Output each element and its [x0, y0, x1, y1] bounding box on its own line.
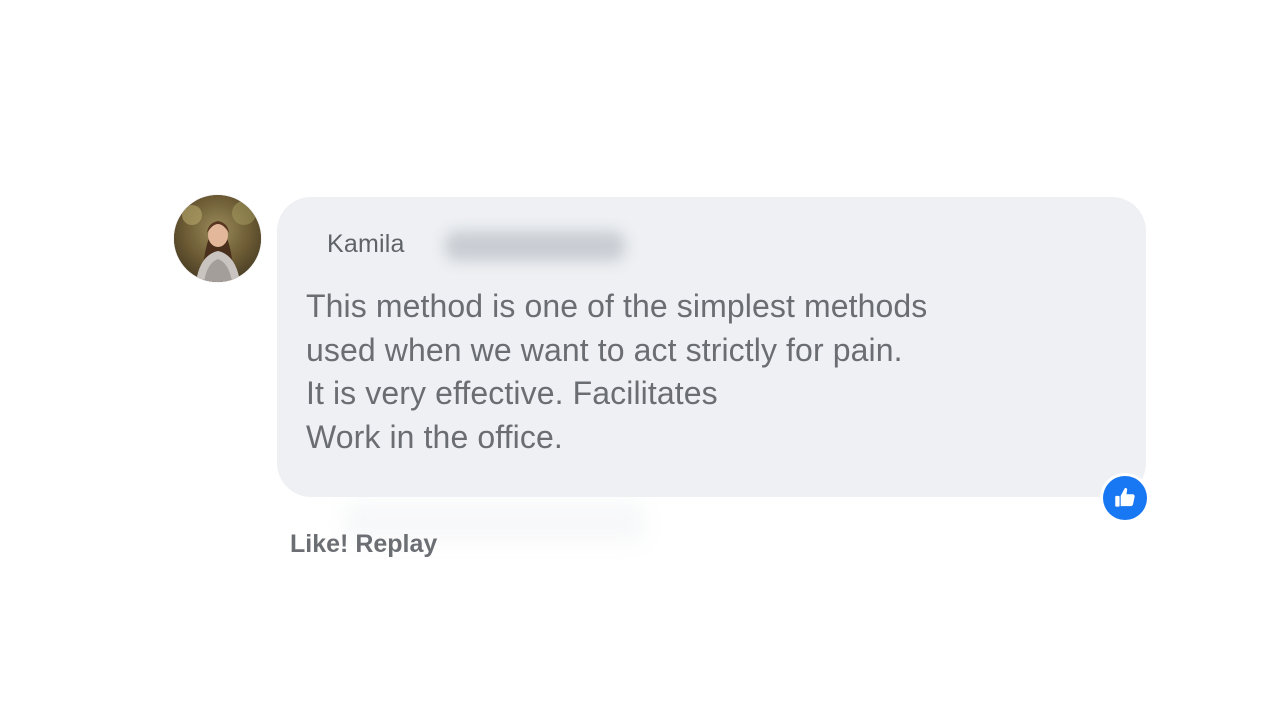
comment-line: This method is one of the simplest metho…: [306, 288, 928, 324]
comment-line: used when we want to act strictly for pa…: [306, 331, 903, 368]
avatar-photo: [174, 195, 261, 282]
like-link[interactable]: Like!: [290, 530, 348, 558]
comment-bubble: Kamila This method is one of the simples…: [277, 197, 1146, 497]
comment: Kamila This method is one of the simples…: [0, 0, 1280, 728]
author-name[interactable]: Kamila: [327, 230, 405, 259]
author-surname-blurred: [445, 231, 625, 261]
comment-line: It is very effective. Facilitates: [306, 375, 718, 411]
comment-line: Work in the office.: [306, 418, 563, 455]
avatar[interactable]: [174, 195, 261, 282]
comment-actions: Like! Replay: [290, 530, 437, 559]
comment-text: This method is one of the simplest metho…: [306, 285, 927, 459]
reaction-badge[interactable]: [1100, 473, 1150, 523]
reply-link[interactable]: Replay: [355, 530, 437, 558]
thumbs-up-icon: [1103, 476, 1147, 520]
